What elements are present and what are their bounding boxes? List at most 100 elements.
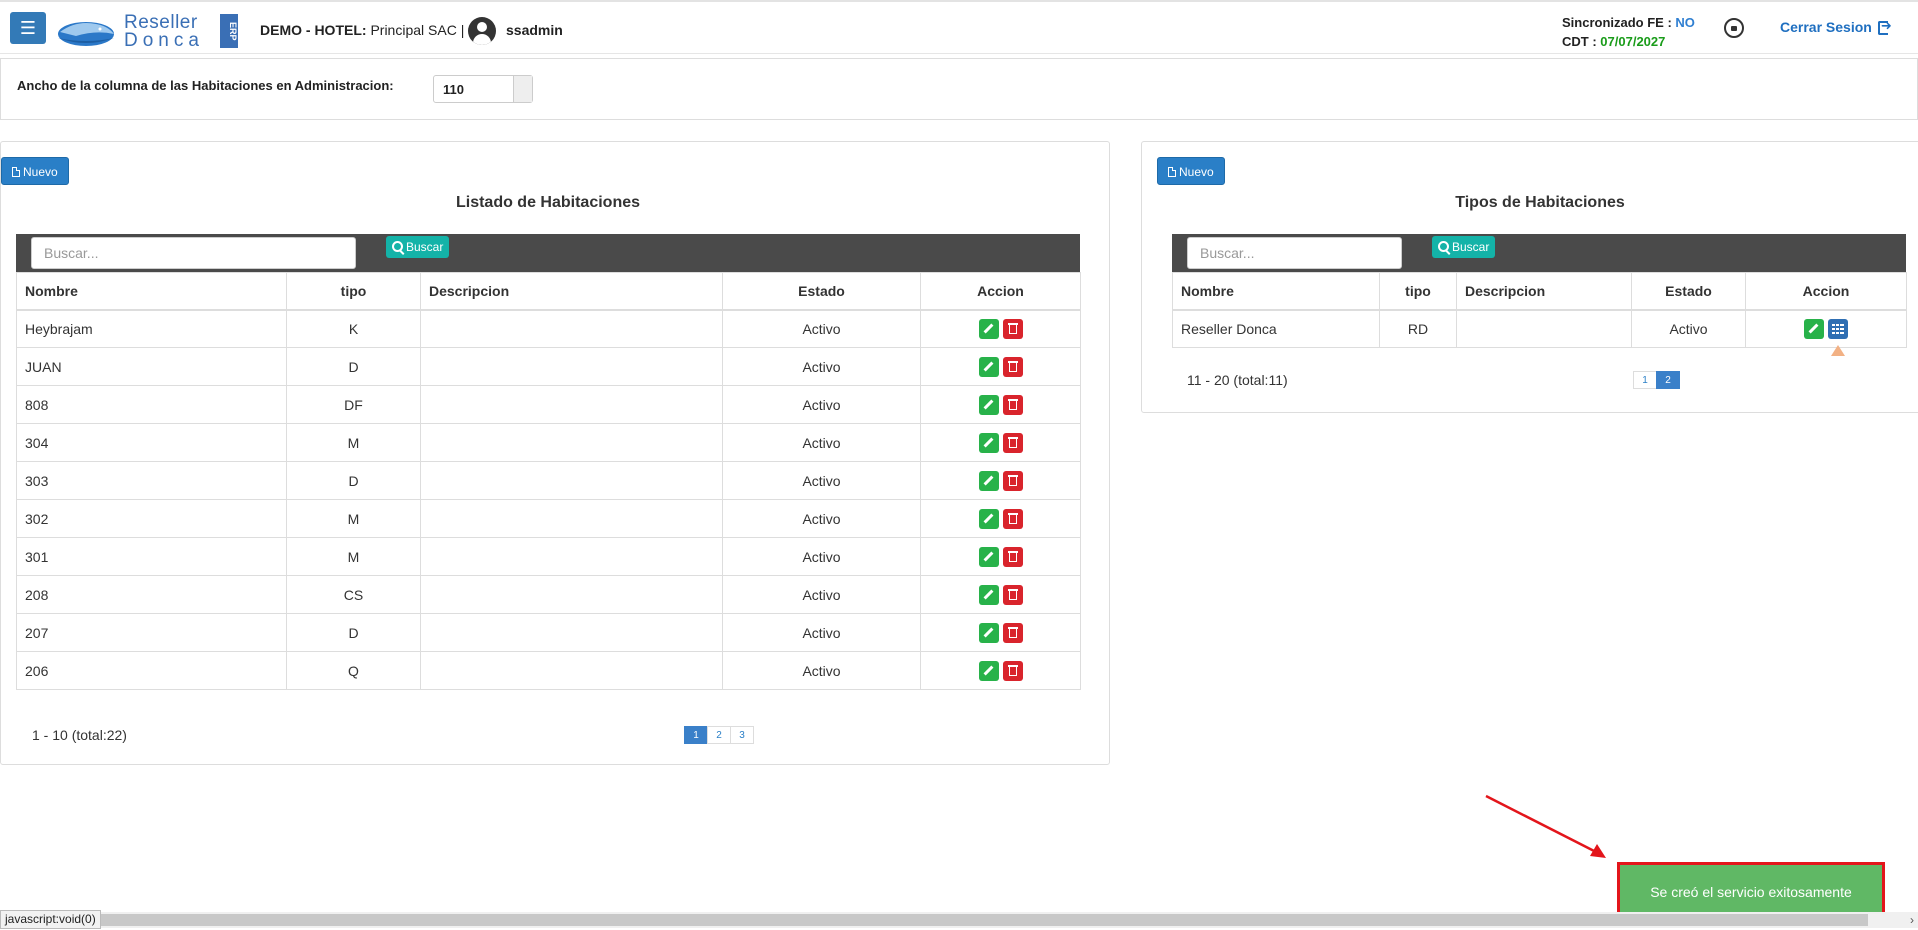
edit-icon[interactable] [978,508,999,529]
cell-estado: Activo [722,575,921,614]
table-row: 207 D Activo [16,613,1081,652]
column-header: Estado [1631,272,1746,311]
table-header-row: Nombre tipo Descripcion Estado Accion [1172,272,1907,311]
sign-out-icon [1877,18,1892,35]
cell-tipo: DF [286,385,421,424]
cell-actions [920,613,1081,652]
edit-icon[interactable] [978,356,999,377]
delete-icon[interactable] [1002,432,1023,453]
username: ssadmin [506,22,563,38]
cell-descripcion [420,309,723,348]
rooms-pager-info: 1 - 10 (total:22) [32,727,127,743]
cell-descripcion [420,385,723,424]
cell-nombre: 304 [16,423,287,462]
cell-actions [920,537,1081,576]
column-header: Descripcion [1456,272,1632,311]
types-pager-info: 11 - 20 (total:11) [1187,372,1288,388]
logo[interactable]: Reseller Donca ERP [56,10,242,51]
edit-icon[interactable] [978,394,999,415]
edit-icon[interactable] [978,584,999,605]
logo-text-line2: Donca [124,30,204,51]
delete-icon[interactable] [1002,318,1023,339]
cell-descripcion [420,537,723,576]
column-width-label: Ancho de la columna de las Habitaciones … [17,78,394,93]
delete-icon[interactable] [1002,546,1023,567]
lock-rotate-icon[interactable] [1724,18,1744,38]
cell-tipo: D [286,461,421,500]
whale-logo-icon [58,22,114,46]
hamburger-icon: ☰ [19,18,37,38]
cell-actions [1745,309,1907,348]
delete-icon[interactable] [1002,470,1023,491]
page-button[interactable]: 2 [1656,371,1680,389]
table-row: 206 Q Activo [16,651,1081,690]
cell-estado: Activo [722,423,921,462]
sync-status: Sincronizado FE : NO CDT : 07/07/2027 [1562,13,1695,51]
cell-tipo: M [286,499,421,538]
types-search-button[interactable]: Buscar [1432,236,1496,258]
edit-icon[interactable] [978,470,999,491]
page-button[interactable]: 3 [730,726,754,744]
types-search-bar: Buscar [1172,234,1906,272]
new-type-button[interactable]: Nuevo [1157,157,1225,185]
edit-icon[interactable] [978,318,999,339]
edit-icon[interactable] [978,660,999,681]
menu-toggle-button[interactable]: ☰ [10,12,46,44]
table-row: JUAN D Activo [16,347,1081,386]
column-header: Nombre [1172,272,1380,311]
new-room-button[interactable]: Nuevo [1,157,69,185]
edit-icon[interactable] [978,622,999,643]
cell-tipo: D [286,347,421,386]
table-header-row: Nombre tipo Descripcion Estado Accion [16,272,1081,311]
file-icon [12,167,20,177]
horizontal-scrollbar[interactable]: › [98,912,1918,928]
types-search-input[interactable] [1187,237,1402,269]
cdt-value: 07/07/2027 [1600,34,1666,49]
column-header: Nombre [16,272,287,311]
cell-nombre: 208 [16,575,287,614]
delete-icon[interactable] [1002,356,1023,377]
search-icon [1438,241,1449,252]
cell-nombre: 206 [16,651,287,690]
delete-icon[interactable] [1002,584,1023,605]
page-button[interactable]: 2 [707,726,731,744]
cell-nombre: JUAN [16,347,287,386]
room-types-panel: Nuevo Tipos de Habitaciones Buscar Nombr… [1141,141,1918,413]
table-row: Heybrajam K Activo [16,309,1081,348]
cell-tipo: RD [1379,309,1457,348]
spinner-buttons[interactable] [513,76,532,102]
logout-label: Cerrar Sesion [1780,19,1872,35]
cell-estado: Activo [722,347,921,386]
rooms-search-button[interactable]: Buscar [386,236,450,258]
logout-button[interactable]: Cerrar Sesion [1780,18,1892,35]
rooms-search-input[interactable] [31,237,356,269]
column-width-input[interactable]: 110 [433,75,533,103]
cell-descripcion [420,499,723,538]
success-toast[interactable]: Se creó el servicio exitosamente [1620,865,1882,919]
cell-estado: Activo [722,499,921,538]
page-button[interactable]: 1 [684,726,708,744]
table-row: 304 M Activo [16,423,1081,462]
company-label: DEMO - HOTEL: [260,22,367,38]
search-icon [392,241,403,252]
cell-nombre: Reseller Donca [1172,309,1380,348]
new-type-label: Nuevo [1179,165,1214,179]
cell-tipo: D [286,613,421,652]
rooms-title: Listado de Habitaciones [455,194,641,211]
cell-actions [920,385,1081,424]
delete-icon[interactable] [1002,622,1023,643]
grid-icon[interactable] [1828,318,1848,339]
scroll-right-icon[interactable]: › [1910,912,1914,928]
delete-icon[interactable] [1002,660,1023,681]
table-row: 808 DF Activo [16,385,1081,424]
table-row: Reseller Donca RD Activo [1172,309,1907,348]
edit-icon[interactable] [978,432,999,453]
edit-icon[interactable] [978,546,999,567]
scrollbar-thumb[interactable] [98,914,1868,926]
delete-icon[interactable] [1002,394,1023,415]
page-button[interactable]: 1 [1633,371,1657,389]
delete-icon[interactable] [1002,508,1023,529]
cell-actions [920,347,1081,386]
edit-icon[interactable] [1804,318,1824,339]
cell-estado: Activo [722,385,921,424]
